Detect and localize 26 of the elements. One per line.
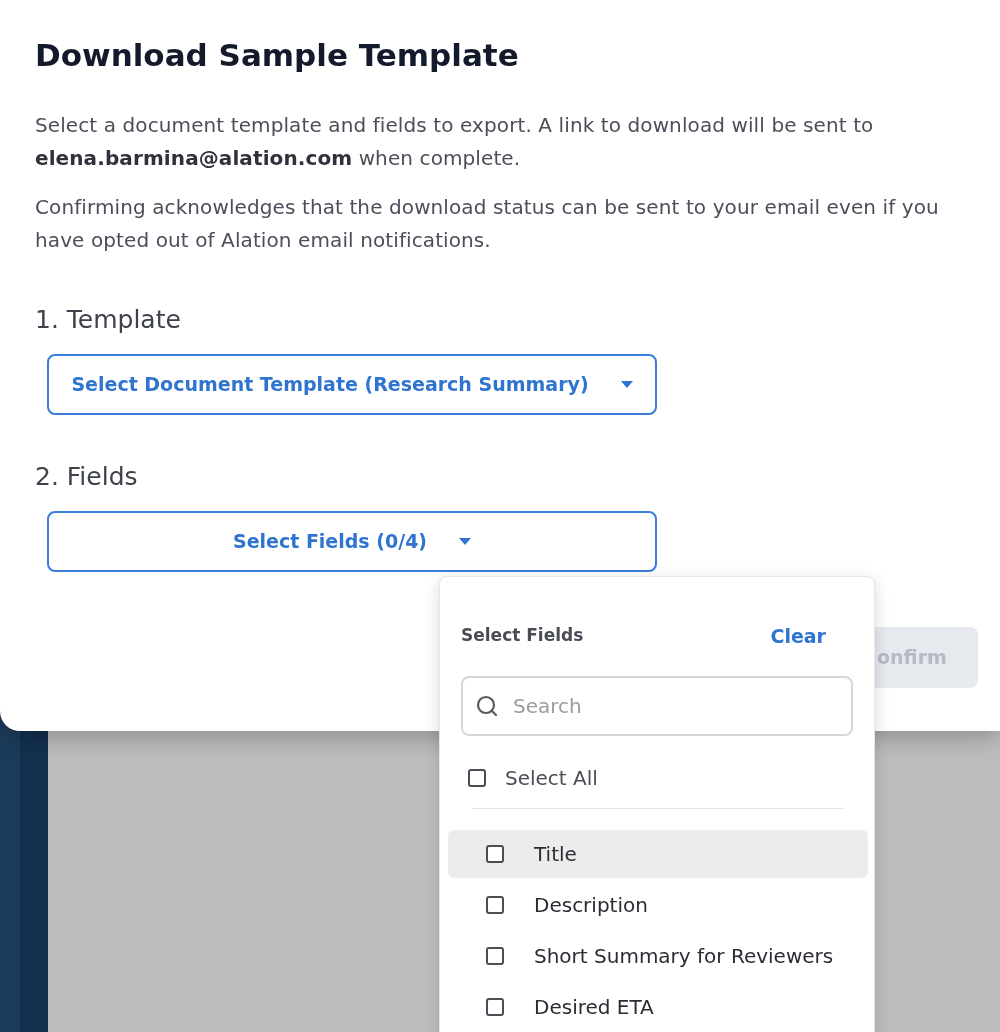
option-label: Title [534,841,577,868]
option-label: Short Summary for Reviewers [534,943,834,970]
checkbox[interactable] [468,769,486,787]
caret-icon [620,381,633,388]
clear-link[interactable]: Clear [770,621,826,651]
option-label: Desired ETA [534,994,654,1021]
field-option[interactable]: Title [448,830,868,878]
dialog-text: Confirming acknowledges that the download status can be sent to your email even if you have opted out of Alation email notifications. [35,194,940,254]
dropdown-button[interactable]: Select Fields (0/4) [47,511,657,572]
checkbox[interactable] [486,845,504,863]
dropdown-label: Select Fields (0/4) [232,529,428,555]
checkbox[interactable] [486,947,504,965]
section-heading: 1. Template [35,304,181,336]
option-label: Description [534,892,648,919]
search-field[interactable]: Search [461,676,853,736]
menu-title: Select Fields [461,624,584,648]
caret-icon [459,538,472,545]
dropdown-label: Select Document Template (Research Summary) [71,372,589,398]
dialog-text: Select a document template and fields to export. A link to download will be sent to elena.barmina@alation.com when complete. [35,112,875,172]
search-icon [475,694,499,718]
select-all-label: Select All [505,765,598,792]
dropdown-button[interactable]: Select Document Template (Research Summary) [47,354,657,415]
checkbox[interactable] [486,998,504,1016]
checkbox[interactable] [486,896,504,914]
section-heading: 2. Fields [35,461,138,493]
dialog-title: Download Sample Template [35,36,519,75]
